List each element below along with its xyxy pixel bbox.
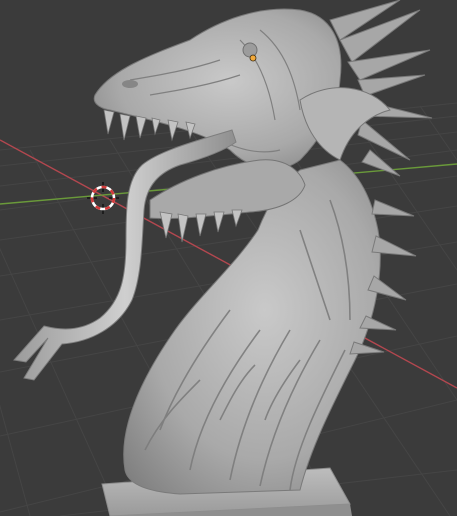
3d-viewport[interactable]: [0, 0, 457, 516]
object-origin-dot: [249, 54, 257, 62]
viewport-canvas[interactable]: [0, 0, 457, 516]
dragon-sculpt[interactable]: [93, 0, 433, 495]
3d-cursor-icon[interactable]: [87, 182, 119, 214]
